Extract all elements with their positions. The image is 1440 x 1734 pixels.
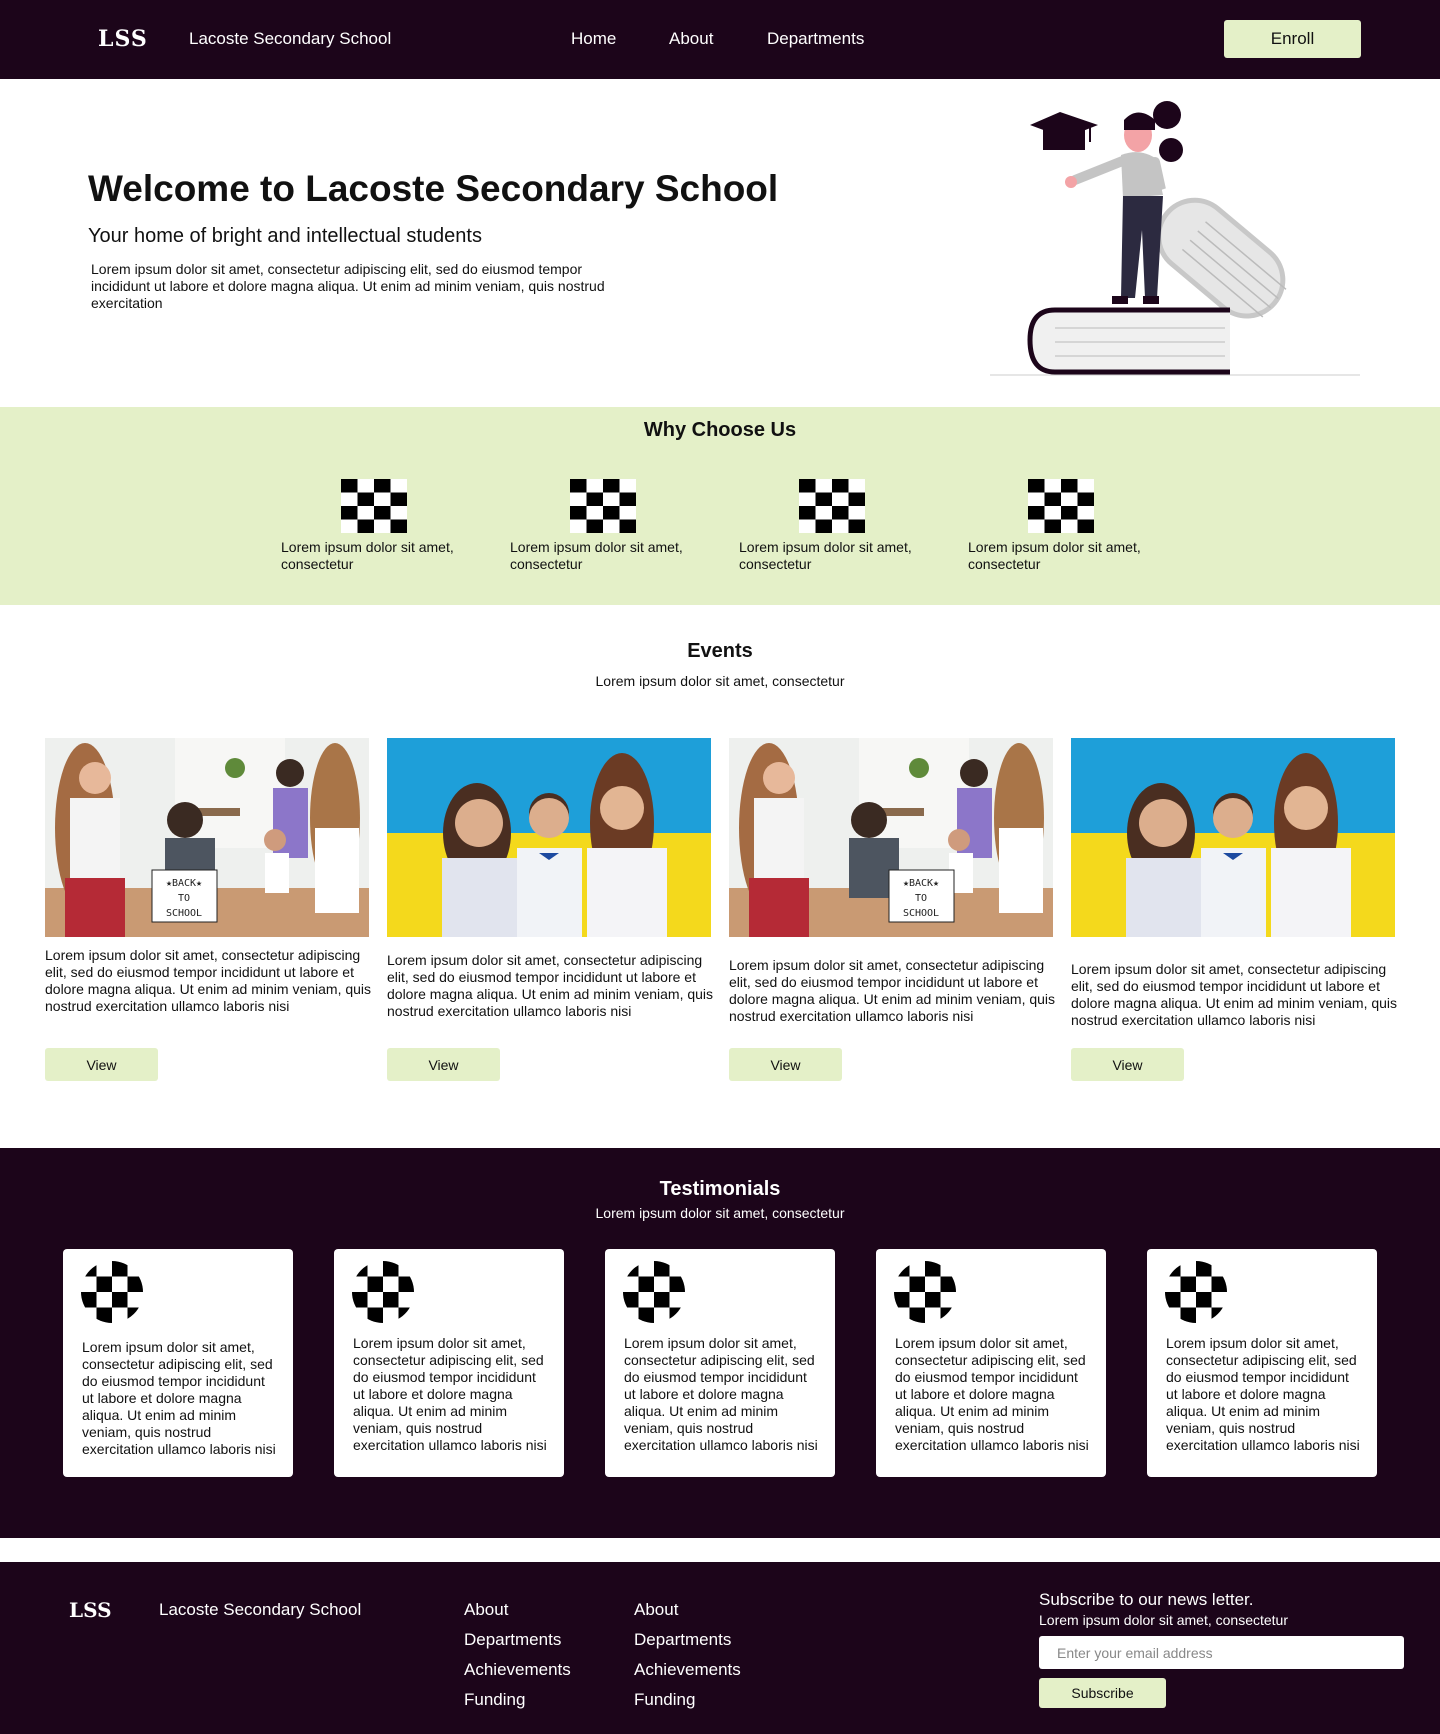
logo[interactable]: LSS: [98, 26, 148, 52]
svg-text:SCHOOL: SCHOOL: [166, 908, 202, 919]
footer-link-departments[interactable]: Departments: [634, 1630, 741, 1660]
photo-sign-text: ★BACK★: [166, 878, 202, 889]
feature-text: Lorem ipsum dolor sit amet, consectetur: [968, 539, 1141, 572]
testimonial-card: Lorem ipsum dolor sit amet, consectetur …: [605, 1249, 835, 1477]
view-button[interactable]: View: [1071, 1048, 1184, 1081]
section-subtitle: Lorem ipsum dolor sit amet, consectetur: [595, 1205, 845, 1221]
footer-brand-name: Lacoste Secondary School: [159, 1600, 362, 1619]
feature-text: Lorem ipsum dolor sit amet, consectetur: [510, 539, 683, 572]
enroll-button[interactable]: Enroll: [1224, 20, 1361, 58]
footer: LSS Lacoste Secondary School About Depar…: [0, 1562, 1440, 1734]
testimonials-section: Testimonials Lorem ipsum dolor sit amet,…: [0, 1148, 1440, 1538]
event-text: Lorem ipsum dolor sit amet, consectetur …: [1071, 961, 1398, 1028]
footer-link-funding[interactable]: Funding: [464, 1690, 571, 1720]
footer-link-about[interactable]: About: [634, 1600, 741, 1630]
svg-text:TO: TO: [915, 893, 927, 904]
event-text: Lorem ipsum dolor sit amet, consectetur …: [729, 957, 1056, 1024]
feature-text: Lorem ipsum dolor sit amet, consectetur: [281, 539, 454, 572]
nav-link-about[interactable]: About: [669, 29, 713, 49]
testimonial-text: Lorem ipsum dolor sit amet, consectetur …: [895, 1335, 1089, 1453]
event-card: ★BACK★ TO SCHOOL Lorem ipsum dolor sit a…: [729, 738, 1055, 1081]
section-title: Why Choose Us: [643, 419, 797, 441]
student-books-illustration: [990, 101, 1360, 376]
event-photo-flag[interactable]: [1071, 738, 1395, 937]
checker-icon: [341, 479, 407, 533]
checker-avatar-icon: [1165, 1261, 1227, 1323]
checker-avatar-icon: [352, 1261, 414, 1323]
testimonial-card: Lorem ipsum dolor sit amet, consectetur …: [1147, 1249, 1377, 1477]
view-button[interactable]: View: [729, 1048, 842, 1081]
testimonial-card: Lorem ipsum dolor sit amet, consectetur …: [334, 1249, 564, 1477]
event-text: Lorem ipsum dolor sit amet, consectetur …: [45, 947, 372, 1014]
checker-avatar-icon: [894, 1261, 956, 1323]
feature-text: Lorem ipsum dolor sit amet, consectetur: [739, 539, 912, 572]
event-photo-flag[interactable]: [387, 738, 711, 937]
why-choose-us-section: Why Choose Us Lorem ipsum dolor sit amet…: [0, 407, 1440, 605]
event-card: Lorem ipsum dolor sit amet, consectetur …: [387, 738, 713, 1081]
nav-link-departments[interactable]: Departments: [767, 29, 864, 49]
photo-sign-text: ★BACK★: [903, 878, 939, 889]
newsletter-subtitle: Lorem ipsum dolor sit amet, consectetur: [1039, 1612, 1288, 1628]
testimonial-card: Lorem ipsum dolor sit amet, consectetur …: [876, 1249, 1106, 1477]
svg-text:SCHOOL: SCHOOL: [903, 908, 939, 919]
footer-link-about[interactable]: About: [464, 1600, 571, 1630]
hero-body: Lorem ipsum dolor sit amet, consectetur …: [91, 261, 605, 311]
testimonial-card: Lorem ipsum dolor sit amet, consectetur …: [63, 1249, 293, 1477]
footer-link-funding[interactable]: Funding: [634, 1690, 741, 1720]
checker-icon: [1028, 479, 1094, 533]
events-title: Events: [687, 640, 753, 662]
footer-link-departments[interactable]: Departments: [464, 1630, 571, 1660]
checker-avatar-icon: [623, 1261, 685, 1323]
section-title: Testimonials: [659, 1178, 781, 1200]
events-subtitle: Lorem ipsum dolor sit amet, consectetur: [595, 673, 845, 689]
hero-subtitle: Your home of bright and intellectual stu…: [88, 225, 482, 247]
svg-text:TO: TO: [178, 893, 190, 904]
email-input[interactable]: [1039, 1636, 1404, 1669]
event-photo-classroom[interactable]: ★BACK★ TO SCHOOL: [729, 738, 1053, 937]
checker-icon: [570, 479, 636, 533]
testimonial-text: Lorem ipsum dolor sit amet, consectetur …: [353, 1335, 547, 1453]
testimonial-text: Lorem ipsum dolor sit amet, consectetur …: [1166, 1335, 1360, 1453]
event-card: ★BACK★ TO SCHOOL Lorem ipsum dolor sit a…: [45, 738, 371, 1081]
hero-title: Welcome to Lacoste Secondary School: [88, 168, 779, 209]
footer-links-column: About Departments Achievements Funding: [464, 1600, 571, 1720]
brand-name[interactable]: Lacoste Secondary School: [189, 29, 391, 49]
footer-links-column: About Departments Achievements Funding: [634, 1600, 741, 1720]
view-button[interactable]: View: [45, 1048, 158, 1081]
subscribe-button[interactable]: Subscribe: [1039, 1678, 1166, 1708]
nav-link-home[interactable]: Home: [571, 29, 616, 49]
footer-link-achievements[interactable]: Achievements: [464, 1660, 571, 1690]
newsletter-title: Subscribe to our news letter.: [1039, 1590, 1254, 1609]
testimonial-text: Lorem ipsum dolor sit amet, consectetur …: [82, 1339, 276, 1457]
footer-link-achievements[interactable]: Achievements: [634, 1660, 741, 1690]
top-navbar: LSS Lacoste Secondary School Home About …: [0, 0, 1440, 79]
testimonial-text: Lorem ipsum dolor sit amet, consectetur …: [624, 1335, 818, 1453]
footer-logo[interactable]: LSS: [69, 1598, 112, 1622]
event-photo-classroom[interactable]: ★BACK★ TO SCHOOL: [45, 738, 369, 937]
view-button[interactable]: View: [387, 1048, 500, 1081]
event-card: Lorem ipsum dolor sit amet, consectetur …: [1071, 738, 1397, 1081]
checker-avatar-icon: [81, 1261, 143, 1323]
checker-icon: [799, 479, 865, 533]
event-text: Lorem ipsum dolor sit amet, consectetur …: [387, 952, 714, 1019]
